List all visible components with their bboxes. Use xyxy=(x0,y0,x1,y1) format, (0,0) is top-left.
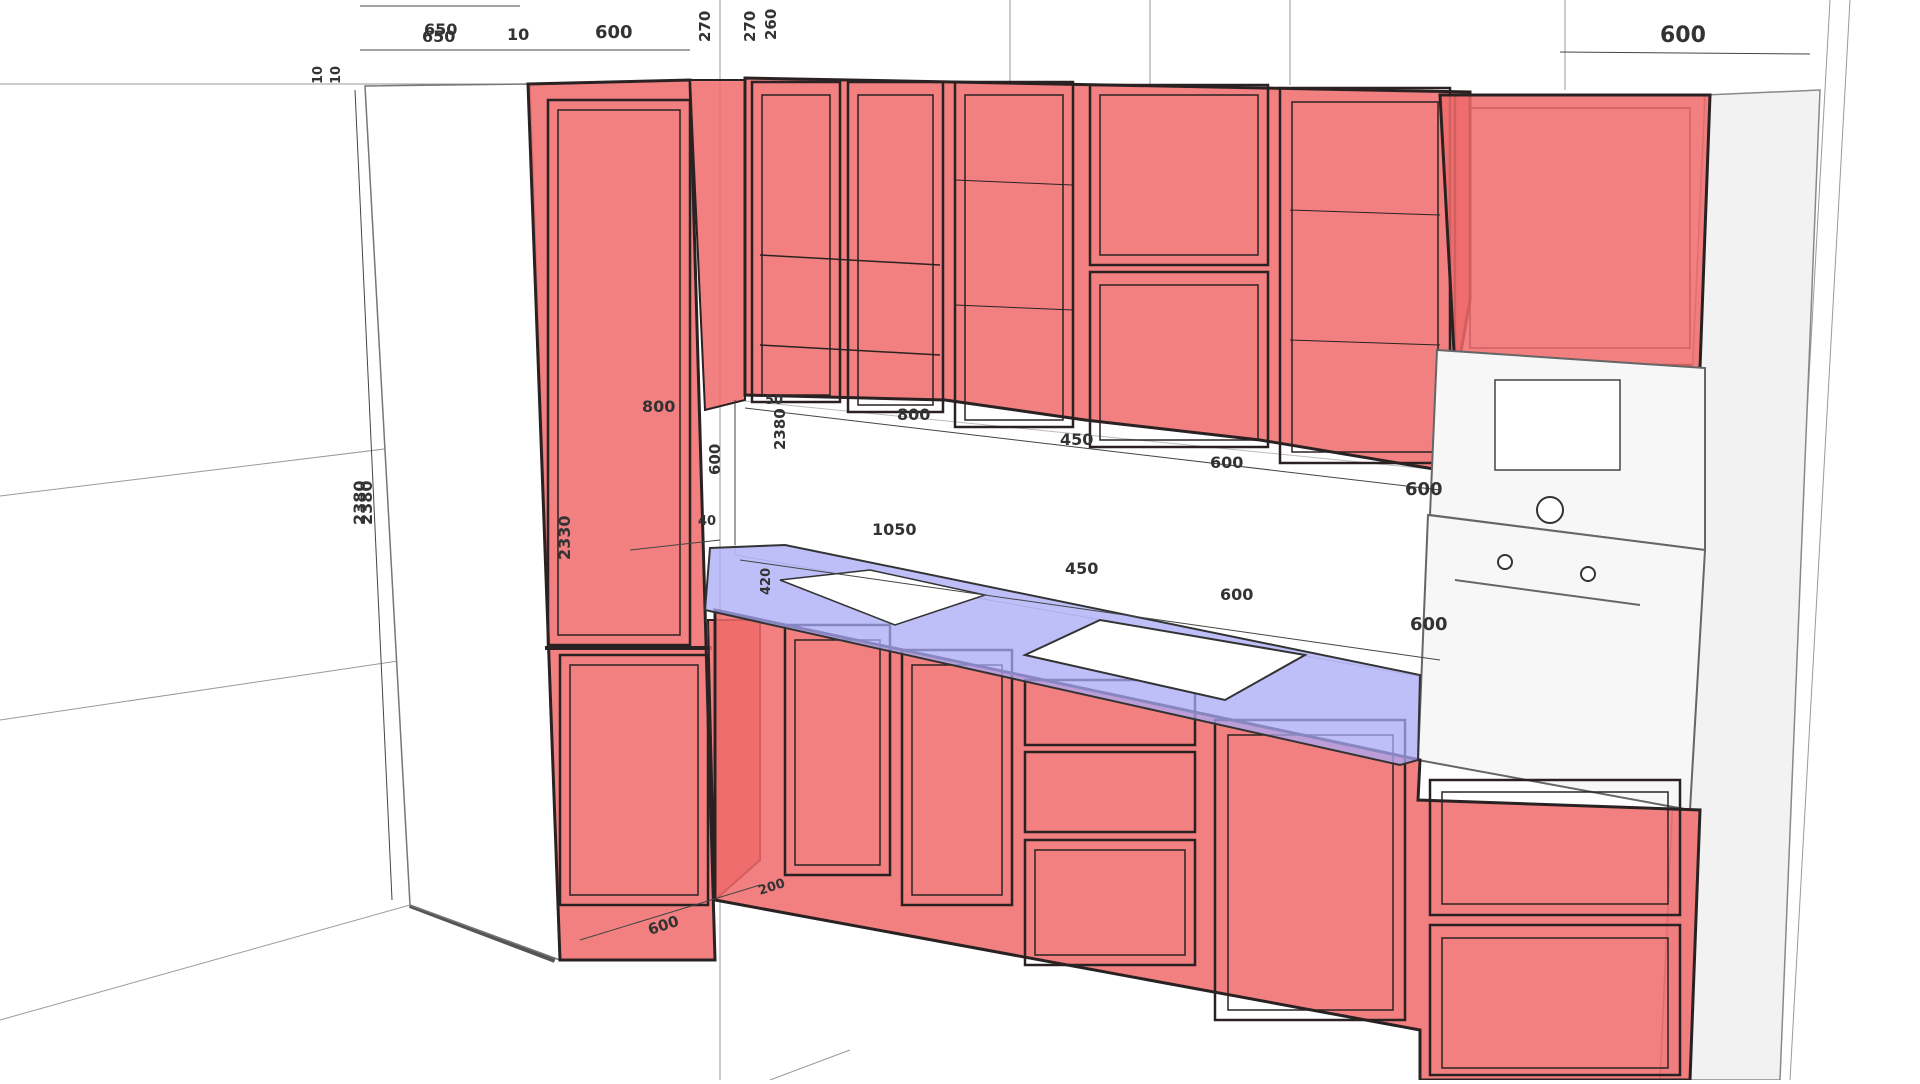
dim-h-270-b: 270 xyxy=(741,11,759,42)
dim-h-260: 260 xyxy=(762,9,780,40)
dim-wall-800: 800 xyxy=(897,405,930,424)
dim-left-10-b: 10 xyxy=(329,66,344,84)
oven xyxy=(1416,513,1707,812)
kitchen-diagram: 650 650 10 600 270 270 260 600 10 10 238… xyxy=(0,0,1920,1083)
dim-tall-height-2330: 2330 xyxy=(555,515,574,560)
dim-counter-1050: 1050 xyxy=(872,520,917,539)
left-side-panel xyxy=(364,83,561,962)
dim-counter-600-b: 600 xyxy=(1410,614,1448,635)
microwave-knob xyxy=(1536,496,1564,524)
dim-height-2380-mid: 2380 xyxy=(771,408,789,450)
dim-left-10-a: 10 xyxy=(311,66,326,84)
dim-wall-600-b: 600 xyxy=(1405,479,1443,500)
dim-splash-600: 600 xyxy=(706,444,724,475)
microwave-window xyxy=(1494,379,1621,471)
dim-depth-420: 420 xyxy=(759,568,774,595)
dim-left-depth-inner: 650 xyxy=(422,27,455,46)
dim-top-600: 600 xyxy=(595,22,633,43)
oven-knob-right xyxy=(1580,566,1596,582)
dim-counter-600-a: 600 xyxy=(1220,585,1253,604)
dim-gap-50: 50 xyxy=(765,393,783,408)
dim-h-270-a: 270 xyxy=(696,11,714,42)
dim-wall-450: 450 xyxy=(1060,430,1093,449)
dim-total-height-b: 2380 xyxy=(357,480,376,525)
oven-knob-left xyxy=(1497,554,1513,570)
dim-wall-600-a: 600 xyxy=(1210,453,1243,472)
dim-counter-450: 450 xyxy=(1065,559,1098,578)
kitchen-drawing: 650 650 10 600 270 270 260 600 10 10 238… xyxy=(0,0,1851,1083)
dim-gap-40: 40 xyxy=(698,514,716,529)
dim-tall-width-800: 800 xyxy=(642,397,675,416)
dim-right-top-600: 600 xyxy=(1660,23,1706,48)
dim-gap-10: 10 xyxy=(507,25,529,44)
